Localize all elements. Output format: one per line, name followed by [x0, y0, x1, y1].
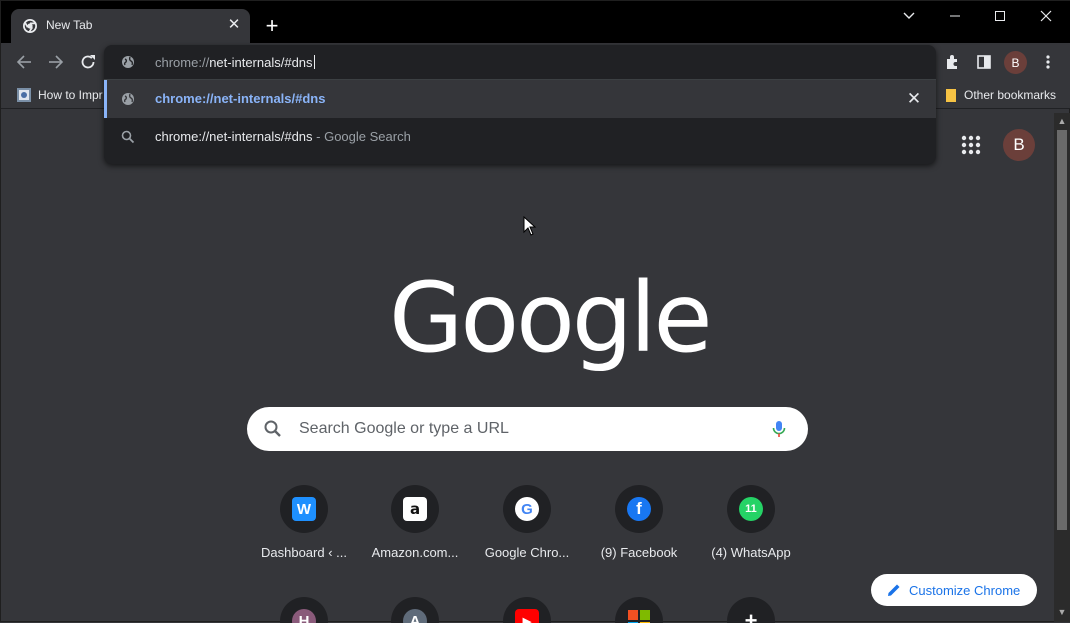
shortcut-title: (9) Facebook [600, 545, 678, 560]
a-favicon-icon: A [403, 609, 427, 623]
customize-label: Customize Chrome [909, 582, 1021, 598]
bookmark-item[interactable]: How to Impr [16, 86, 103, 104]
shortcut-tile[interactable]: H [248, 597, 360, 623]
browser-window: New Tab ✕ + B How to Impr Other bookmark… [0, 0, 1070, 623]
forward-icon[interactable] [46, 52, 66, 72]
back-icon[interactable] [14, 52, 34, 72]
globe-icon [122, 93, 134, 105]
add-icon: + [744, 608, 758, 623]
shortcut-icon: H [280, 597, 328, 623]
shortcut-icon: + [727, 597, 775, 623]
bookmark-favicon-icon [17, 88, 31, 102]
shortcut-tile[interactable]: 11 (4) WhatsApp [695, 485, 807, 575]
remove-suggestion-icon[interactable]: ✕ [906, 90, 922, 107]
shortcut-title: Google Chro... [484, 545, 570, 560]
suggestion-engine: - Google Search [312, 129, 411, 144]
other-bookmarks[interactable]: Other bookmarks [944, 86, 1056, 104]
extensions-icon[interactable] [942, 52, 962, 72]
address-host: net-internals/#dns [209, 55, 313, 70]
add-shortcut-tile[interactable]: + [695, 597, 807, 623]
shortcut-tile[interactable]: ▶ [471, 597, 583, 623]
pencil-icon [888, 584, 900, 596]
youtube-favicon-icon: ▶ [515, 609, 539, 623]
tab-strip: New Tab ✕ + [1, 1, 1070, 43]
shortcut-icon: ▶ [503, 597, 551, 623]
vertical-scrollbar[interactable]: ▲ ▼ [1054, 113, 1070, 622]
account-avatar[interactable]: B [1003, 129, 1035, 161]
ntp-search-input[interactable] [299, 407, 759, 451]
mouse-cursor-icon [523, 216, 537, 236]
folder-icon [946, 89, 956, 102]
text-caret [313, 55, 315, 69]
profile-avatar[interactable]: B [1004, 51, 1027, 74]
shortcut-title: Amazon.com... [371, 545, 459, 560]
bookmark-label: How to Impr [38, 88, 103, 102]
microsoft-favicon-icon [628, 610, 650, 623]
google-logo: Google [389, 262, 713, 374]
reload-icon[interactable] [78, 52, 98, 72]
shortcut-icon: G [503, 485, 551, 533]
shortcut-tile[interactable]: G Google Chro... [471, 485, 583, 575]
amazon-favicon-icon: a [403, 497, 427, 521]
new-tab-button[interactable]: + [260, 15, 284, 39]
shortcut-icon: A [391, 597, 439, 623]
address-text[interactable]: chrome://net-internals/#dns [155, 55, 315, 70]
scroll-down-icon[interactable]: ▼ [1057, 607, 1067, 617]
minimize-icon[interactable] [944, 5, 966, 27]
scroll-up-icon[interactable]: ▲ [1057, 116, 1067, 126]
other-bookmarks-label: Other bookmarks [964, 88, 1057, 102]
suggestion-url[interactable]: chrome://net-internals/#dns ✕ [104, 80, 936, 118]
search-icon [121, 130, 135, 144]
side-panel-icon[interactable] [974, 52, 994, 72]
wordpress-favicon-icon: W [292, 497, 316, 521]
ntp-search-box[interactable] [247, 407, 808, 451]
whatsapp-favicon-icon: 11 [739, 497, 763, 521]
address-bar[interactable]: chrome://net-internals/#dns [104, 45, 936, 80]
shortcut-icon: a [391, 485, 439, 533]
window-close-icon[interactable] [1035, 5, 1057, 27]
tab-new-tab[interactable]: New Tab ✕ [11, 9, 250, 43]
shortcut-icon: 11 [727, 485, 775, 533]
shortcut-tile[interactable]: W Dashboard ‹ ... [248, 485, 360, 575]
suggestion-search[interactable]: chrome://net-internals/#dns - Google Sea… [104, 118, 936, 156]
shortcut-icon: f [615, 485, 663, 533]
tab-close-icon[interactable]: ✕ [226, 17, 242, 33]
facebook-favicon-icon: f [627, 497, 651, 521]
shortcut-title: (4) WhatsApp [711, 545, 791, 560]
shortcut-icon: W [280, 485, 328, 533]
apps-grid-icon[interactable] [960, 134, 982, 156]
address-scheme: chrome:// [155, 55, 210, 70]
shortcut-tile[interactable] [583, 597, 695, 623]
suggestion-search-text: chrome://net-internals/#dns - Google Sea… [155, 129, 411, 144]
chrome-icon [23, 19, 37, 33]
shortcut-tile[interactable]: a Amazon.com... [359, 485, 471, 575]
maximize-icon[interactable] [989, 5, 1011, 27]
customize-chrome-button[interactable]: Customize Chrome [871, 574, 1037, 606]
microphone-icon[interactable] [769, 419, 789, 439]
shortcut-tile[interactable]: f (9) Facebook [583, 485, 695, 575]
suggestion-url-text: chrome://net-internals/#dns [155, 91, 326, 106]
shortcut-tile[interactable]: A [359, 597, 471, 623]
suggestion-query: chrome://net-internals/#dns [155, 129, 313, 144]
search-icon [264, 420, 281, 437]
h-favicon-icon: H [292, 609, 316, 623]
shortcut-icon [615, 597, 663, 623]
tab-title: New Tab [46, 18, 93, 32]
shortcut-title: Dashboard ‹ ... [261, 545, 347, 560]
menu-kebab-icon[interactable] [1038, 52, 1058, 72]
omnibox-dropdown: chrome://net-internals/#dns chrome://net… [104, 45, 936, 164]
globe-icon [122, 56, 134, 68]
tab-search-icon[interactable] [898, 5, 920, 27]
google-favicon-icon: G [515, 497, 539, 521]
scroll-thumb[interactable] [1057, 130, 1067, 530]
